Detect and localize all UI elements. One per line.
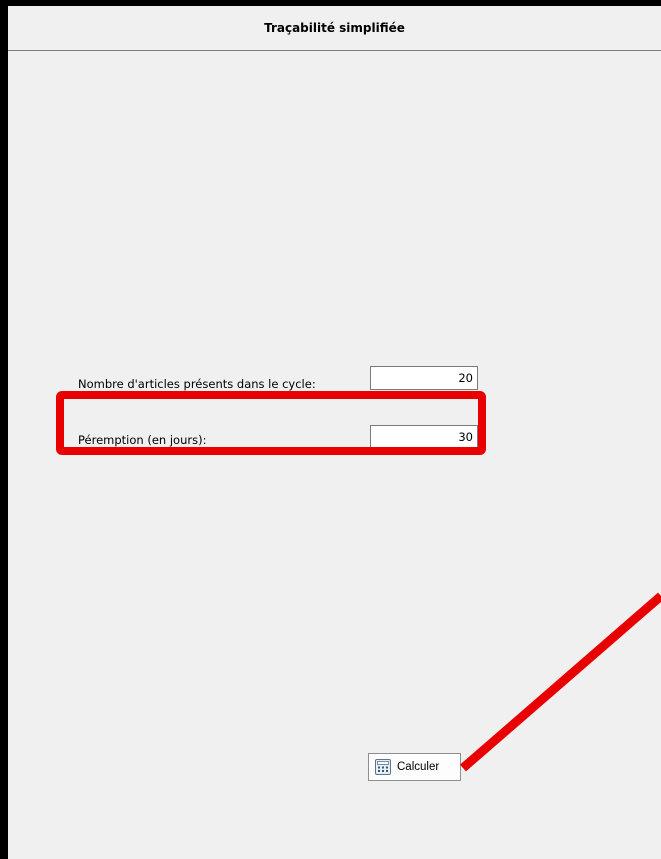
window-title: Traçabilité simplifiée — [8, 6, 661, 51]
peremption-days-input[interactable] — [370, 425, 478, 449]
articles-count-input[interactable] — [370, 366, 478, 390]
screenshot-page: Traçabilité simplifiée Nombre d'articles… — [0, 0, 661, 859]
calculate-button-label: Calculer — [397, 761, 440, 773]
peremption-label: Péremption (en jours): — [78, 433, 207, 447]
calculator-icon — [375, 759, 391, 775]
calculate-button[interactable]: Calculer — [368, 753, 461, 781]
app-window: Traçabilité simplifiée Nombre d'articles… — [8, 6, 661, 859]
articles-label: Nombre d'articles présents dans le cycle… — [78, 377, 316, 391]
